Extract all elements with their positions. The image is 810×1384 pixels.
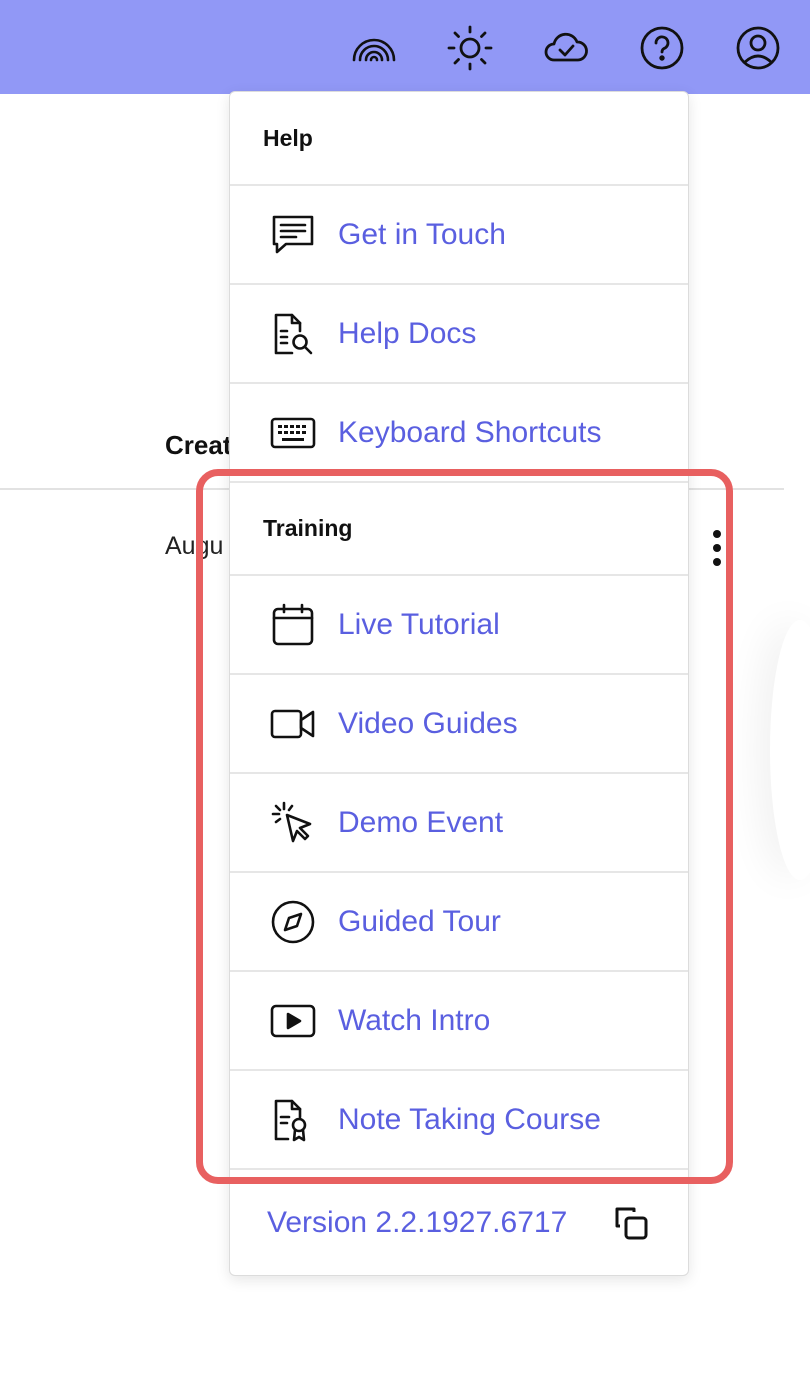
chat-icon bbox=[270, 212, 316, 258]
help-section-title: Help bbox=[230, 92, 688, 186]
menu-item-label: Note Taking Course bbox=[338, 1102, 601, 1136]
menu-item-watch-intro[interactable]: Watch Intro bbox=[230, 972, 688, 1071]
certificate-icon bbox=[270, 1097, 316, 1143]
top-bar bbox=[0, 0, 810, 94]
menu-item-label: Video Guides bbox=[338, 706, 518, 740]
compass-icon bbox=[270, 899, 316, 945]
calendar-icon bbox=[270, 602, 316, 648]
play-icon bbox=[270, 998, 316, 1044]
menu-item-label: Live Tutorial bbox=[338, 607, 500, 641]
video-camera-icon bbox=[270, 701, 316, 747]
help-circle-icon[interactable] bbox=[638, 24, 686, 72]
menu-item-label: Get in Touch bbox=[338, 217, 506, 251]
help-dropdown-menu: Help Get in Touch Help Docs Keyboard Sho… bbox=[229, 91, 689, 1276]
keyboard-icon bbox=[270, 410, 316, 456]
column-header: Creat bbox=[165, 430, 232, 460]
menu-item-label: Keyboard Shortcuts bbox=[338, 415, 602, 449]
cloud-check-icon[interactable] bbox=[542, 24, 590, 72]
copy-icon[interactable] bbox=[612, 1204, 652, 1244]
menu-item-video-guides[interactable]: Video Guides bbox=[230, 675, 688, 774]
menu-item-note-taking-course[interactable]: Note Taking Course bbox=[230, 1071, 688, 1170]
menu-item-keyboard-shortcuts[interactable]: Keyboard Shortcuts bbox=[230, 384, 688, 483]
menu-item-guided-tour[interactable]: Guided Tour bbox=[230, 873, 688, 972]
user-circle-icon[interactable] bbox=[734, 24, 782, 72]
version-text[interactable]: Version 2.2.1927.6717 bbox=[267, 1200, 567, 1246]
cursor-click-icon bbox=[270, 800, 316, 846]
menu-item-label: Demo Event bbox=[338, 805, 504, 839]
menu-item-get-in-touch[interactable]: Get in Touch bbox=[230, 186, 688, 285]
doc-search-icon bbox=[270, 311, 316, 357]
menu-item-live-tutorial[interactable]: Live Tutorial bbox=[230, 576, 688, 675]
menu-item-help-docs[interactable]: Help Docs bbox=[230, 285, 688, 384]
rainbow-icon[interactable] bbox=[350, 24, 398, 72]
menu-item-label: Watch Intro bbox=[338, 1003, 491, 1037]
sun-icon[interactable] bbox=[446, 24, 494, 72]
menu-item-label: Help Docs bbox=[338, 316, 477, 350]
row-menu-icon[interactable] bbox=[705, 526, 729, 570]
menu-item-label: Guided Tour bbox=[338, 904, 501, 938]
training-section-title: Training bbox=[230, 483, 688, 576]
side-panel-edge bbox=[770, 620, 810, 880]
menu-item-demo-event[interactable]: Demo Event bbox=[230, 774, 688, 873]
table-cell-date: Augu bbox=[165, 532, 224, 560]
